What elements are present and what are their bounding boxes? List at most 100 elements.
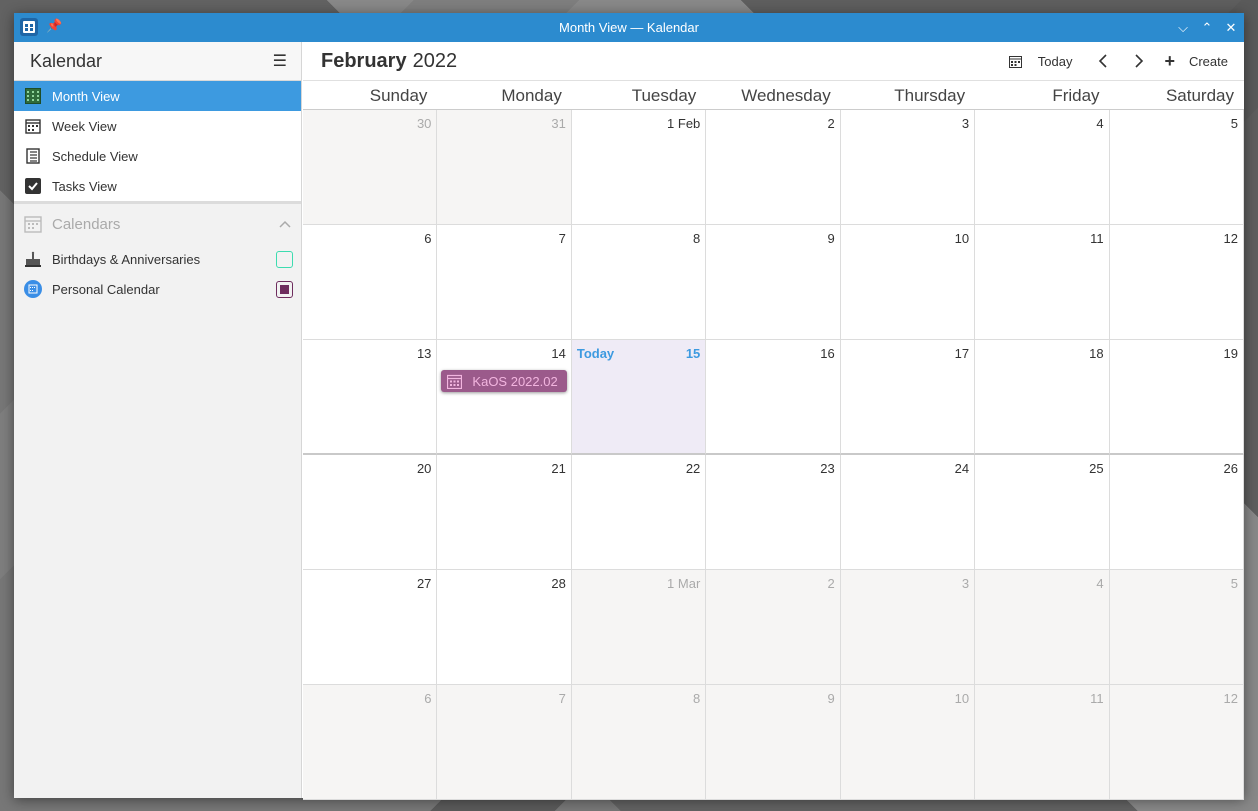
sidebar-item-tasks-view[interactable]: Tasks View [14, 171, 301, 201]
day-cell[interactable]: 21 [437, 455, 572, 570]
day-number: 31 [551, 116, 566, 131]
sidebar-item-schedule-view[interactable]: Schedule View [14, 141, 301, 171]
calendar-item-personal[interactable]: Personal Calendar [14, 274, 301, 304]
day-cell[interactable]: 14 KaOS 2022.02 [437, 340, 572, 455]
day-cell[interactable]: 2 [706, 110, 841, 225]
day-number: 21 [551, 461, 566, 476]
previous-month-button[interactable] [1098, 54, 1108, 68]
day-cell[interactable]: 30 [303, 110, 438, 225]
day-number: 20 [416, 461, 432, 476]
day-cell[interactable]: 4 [975, 110, 1110, 225]
day-number: 11 [1090, 691, 1104, 706]
calendar-item-label: Personal Calendar [52, 281, 160, 297]
day-cell[interactable]: 28 [437, 570, 572, 685]
day-cell[interactable]: 20 [303, 455, 438, 570]
event-chip[interactable]: KaOS 2022.02 [441, 370, 568, 392]
day-cell[interactable]: 6 [303, 685, 438, 800]
day-number: 23 [820, 461, 835, 476]
day-cell[interactable]: 2 [706, 570, 841, 685]
calendar-item-birthdays[interactable]: Birthdays & Anniversaries [14, 244, 301, 274]
month-view: February 2022 Today + Create Sunday Mond… [303, 42, 1244, 800]
month-label: February [321, 49, 407, 72]
day-number: 4 [1096, 116, 1104, 131]
sidebar-item-month-view[interactable]: Month View [14, 81, 301, 111]
calendar-color-checkbox[interactable] [276, 280, 293, 298]
day-cell[interactable]: 4 [975, 570, 1110, 685]
day-number: 14 [551, 346, 566, 361]
day-number: 12 [1223, 231, 1238, 246]
minimize-button[interactable]: ⌵ [1176, 20, 1190, 36]
day-cell[interactable]: 13 [303, 340, 438, 455]
checkbox-icon [24, 178, 41, 195]
toolbar: February 2022 Today + Create [303, 42, 1244, 81]
day-cell[interactable]: 18 [975, 340, 1110, 455]
day-cell[interactable]: 8 [571, 225, 707, 340]
day-cell[interactable]: 24 [840, 455, 976, 570]
chevron-up-icon[interactable] [279, 220, 291, 228]
day-cell[interactable]: 3 [840, 110, 976, 225]
day-cell[interactable]: 6 [303, 225, 438, 340]
schedule-list-icon [24, 148, 41, 165]
day-cell-today[interactable]: Today 15 [571, 340, 707, 455]
calendars-section-header[interactable]: Calendars [14, 204, 301, 244]
day-number: 7 [558, 231, 566, 246]
day-number: 6 [424, 231, 432, 246]
day-cell[interactable]: 12 [1109, 685, 1244, 800]
hamburger-menu-icon[interactable]: ☰ [273, 51, 287, 71]
day-number: 8 [693, 231, 701, 246]
day-cell[interactable]: 17 [840, 340, 976, 455]
page-title: February 2022 [321, 50, 457, 73]
day-cell[interactable]: 11 [975, 685, 1110, 800]
day-cell[interactable]: 7 [437, 225, 572, 340]
today-button[interactable]: Today [1008, 53, 1073, 69]
day-cell[interactable]: 8 [571, 685, 707, 800]
sidebar-item-week-view[interactable]: Week View [14, 111, 301, 141]
day-number: 1 Mar [667, 576, 701, 591]
day-cell[interactable]: 22 [571, 455, 707, 570]
sidebar-item-label: Week View [52, 118, 117, 134]
day-cell[interactable]: 25 [975, 455, 1110, 570]
day-cell[interactable]: 26 [1109, 455, 1244, 570]
close-button[interactable]: ✕ [1224, 20, 1238, 36]
app-window: 📌 Month View — Kalendar ⌵ ⌃ ✕ Kalendar ☰… [14, 13, 1244, 800]
day-cell[interactable]: 5 [1109, 110, 1244, 225]
day-cell[interactable]: 9 [706, 685, 841, 800]
calendar-today-icon [1008, 55, 1022, 68]
day-number: 3 [961, 116, 970, 131]
day-cell[interactable]: 10 [840, 225, 976, 340]
day-cell[interactable]: 11 [975, 225, 1110, 340]
create-button[interactable]: + Create [1164, 51, 1228, 72]
day-cell[interactable]: 16 [706, 340, 841, 455]
kalendar-app-icon[interactable] [20, 18, 38, 36]
day-number: 9 [827, 231, 835, 246]
calendar-app-icon [24, 280, 42, 298]
maximize-button[interactable]: ⌃ [1200, 20, 1214, 36]
weekday-label: Saturday [1165, 86, 1234, 105]
day-cell[interactable]: 12 [1109, 225, 1244, 340]
day-number: 7 [558, 691, 566, 706]
day-number: 10 [954, 691, 970, 706]
weekday-label: Monday [501, 86, 562, 105]
day-cell[interactable]: 5 [1109, 570, 1244, 685]
next-month-button[interactable] [1134, 54, 1144, 68]
day-cell[interactable]: 1 Feb [571, 110, 707, 225]
day-cell[interactable]: 7 [437, 685, 572, 800]
pin-icon[interactable]: 📌 [46, 18, 62, 34]
day-number: 3 [961, 576, 970, 591]
day-cell[interactable]: 10 [840, 685, 976, 800]
day-number: 22 [685, 461, 701, 476]
today-label: Today [1037, 53, 1073, 69]
day-cell[interactable]: 1 Mar [571, 570, 707, 685]
calendar-color-checkbox[interactable] [276, 250, 293, 268]
day-number: 10 [954, 231, 970, 246]
day-cell[interactable]: 27 [303, 570, 438, 685]
event-calendar-icon [447, 374, 463, 389]
day-cell[interactable]: 31 [437, 110, 572, 225]
weekday-header: Sunday Monday Tuesday Wednesday Thursday… [303, 81, 1244, 110]
day-cell[interactable]: 3 [840, 570, 976, 685]
day-cell[interactable]: 23 [706, 455, 841, 570]
day-cell[interactable]: 9 [706, 225, 841, 340]
day-cell[interactable]: 19 [1109, 340, 1244, 455]
title-bar: 📌 Month View — Kalendar ⌵ ⌃ ✕ [14, 13, 1244, 42]
weekday-label: Friday [1052, 86, 1100, 105]
